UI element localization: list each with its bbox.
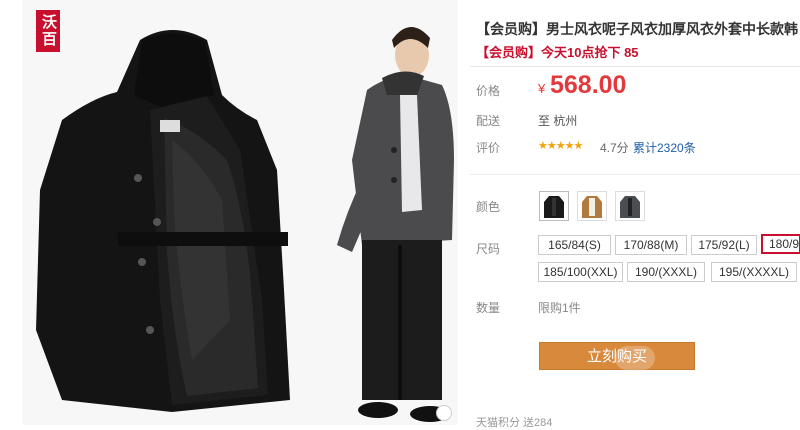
reward-points-partial: 天猫积分 送284 [476, 417, 553, 429]
product-image[interactable]: 沃百 [22, 0, 458, 425]
product-title: 【会员购】男士风衣呢子风衣加厚风衣外套中长款韩 [476, 19, 800, 39]
product-info-panel: 【会员购】男士风衣呢子风衣加厚风衣外套中长款韩 【会员购】今天10点抢下 85 … [470, 0, 800, 429]
size-option[interactable]: 175/92(L) [691, 235, 757, 255]
shipping-destination[interactable]: 至 杭州 [538, 112, 577, 129]
color-swatch-khaki[interactable] [577, 191, 607, 221]
color-swatch-grey[interactable] [615, 191, 645, 221]
divider [470, 174, 800, 175]
divider [470, 66, 800, 67]
title-tag: 【会员购】 [476, 21, 546, 37]
size-option[interactable]: 185/100(XXL) [538, 262, 623, 282]
product-photo [22, 0, 458, 425]
price-currency: ¥ [538, 81, 546, 96]
coat-thumb-icon [620, 196, 640, 218]
coat-thumb-icon [544, 196, 564, 218]
size-option[interactable]: 165/84(S) [538, 235, 611, 255]
watermark-icon [615, 346, 655, 370]
review-count-link[interactable]: 累计2320条 [633, 139, 696, 156]
size-option-selected[interactable]: 180/9 [761, 234, 800, 254]
title-text: 男士风衣呢子风衣加厚风衣外套中长款韩 [546, 21, 798, 37]
rating-label: 评价 [476, 141, 501, 155]
size-option[interactable]: 170/88(M) [615, 235, 687, 255]
size-option[interactable]: 190/(XXXL) [627, 262, 705, 282]
brand-logo: 沃百 [36, 10, 60, 52]
product-subtitle: 【会员购】今天10点抢下 85 [476, 45, 639, 60]
color-swatch-black[interactable] [539, 191, 569, 221]
price-value: 568.00 [550, 71, 627, 99]
size-label: 尺码 [476, 242, 501, 256]
size-option[interactable]: 195/(XXXXL) [711, 262, 797, 282]
shipping-label: 配送 [476, 114, 501, 128]
star-rating-icon: ★★★★★ [538, 140, 583, 152]
rating-score: 4.7分 [600, 141, 629, 155]
price-label: 价格 [476, 84, 501, 98]
color-label: 颜色 [476, 200, 501, 214]
zoom-icon[interactable] [436, 405, 452, 421]
coat-thumb-icon [582, 196, 602, 218]
purchase-limit: 限购1件 [538, 301, 581, 315]
quantity-label: 数量 [476, 301, 501, 315]
